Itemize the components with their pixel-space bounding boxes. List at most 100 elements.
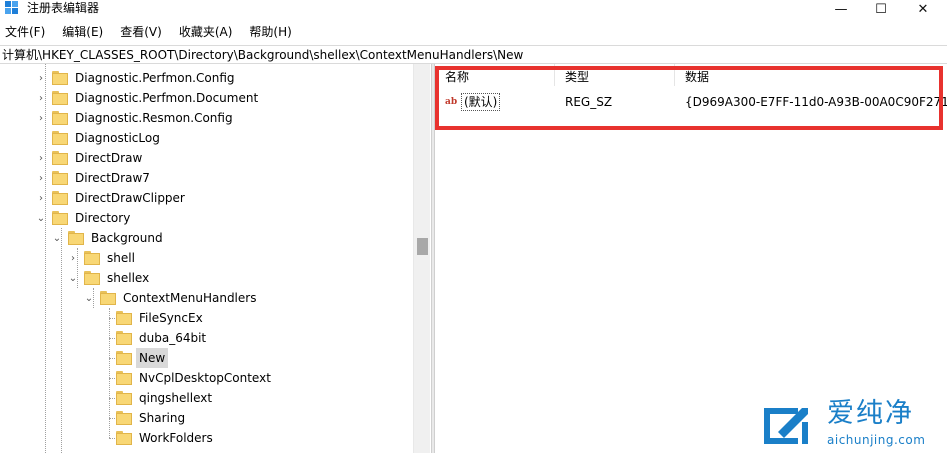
column-header-type[interactable]: 类型 xyxy=(555,64,675,86)
tree-item-label[interactable]: Diagnostic.Perfmon.Document xyxy=(72,88,261,108)
tree-item[interactable]: Sharing xyxy=(100,408,188,428)
value-row[interactable]: ab (默认) REG_SZ {D969A300-E7FF-11d0-A93B-… xyxy=(435,92,947,112)
tree-item-label[interactable]: qingshellext xyxy=(136,388,215,408)
tree-item-label[interactable]: Background xyxy=(88,228,166,248)
tree-item-label[interactable]: Sharing xyxy=(136,408,188,428)
title-bar: 注册表编辑器 — ☐ ✕ xyxy=(0,0,947,18)
chevron-right-icon[interactable]: › xyxy=(36,88,46,108)
tree-item-label[interactable]: DirectDraw xyxy=(72,148,145,168)
folder-icon xyxy=(116,311,132,325)
tree-item[interactable]: › DirectDraw7 xyxy=(36,168,153,188)
chevron-placeholder xyxy=(36,128,46,148)
folder-icon xyxy=(84,271,100,285)
tree-item-label[interactable]: WorkFolders xyxy=(136,428,216,448)
watermark: 爱纯净 aichunjing.com xyxy=(755,398,947,453)
folder-icon xyxy=(116,391,132,405)
tree-item[interactable]: › Diagnostic.Perfmon.Document xyxy=(36,88,261,108)
folder-icon xyxy=(52,111,68,125)
tree-item-label[interactable]: NvCplDesktopContext xyxy=(136,368,274,388)
watermark-brand: 爱纯净 xyxy=(827,398,914,429)
tree-item[interactable]: qingshellext xyxy=(100,388,215,408)
tree-item-label[interactable]: FileSyncEx xyxy=(136,308,206,328)
chevron-down-icon[interactable]: ⌄ xyxy=(52,228,62,248)
tree-connector xyxy=(61,228,62,453)
tree-item[interactable]: › DirectDraw xyxy=(36,148,145,168)
list-header: 名称 类型 数据 xyxy=(435,64,947,86)
menu-edit[interactable]: 编辑(E) xyxy=(57,23,109,41)
tree-item-label[interactable]: New xyxy=(136,348,169,368)
tree-item-label[interactable]: Directory xyxy=(72,208,133,228)
chevron-placeholder xyxy=(100,308,110,328)
folder-icon xyxy=(100,291,116,305)
close-button[interactable]: ✕ xyxy=(900,0,946,18)
menu-help[interactable]: 帮助(H) xyxy=(244,23,297,41)
chevron-down-icon[interactable]: ⌄ xyxy=(84,288,94,308)
chevron-right-icon[interactable]: › xyxy=(36,188,46,208)
tree-item[interactable]: NvCplDesktopContext xyxy=(100,368,274,388)
chevron-placeholder xyxy=(100,348,110,368)
string-value-icon: ab xyxy=(445,97,458,107)
value-data: {D969A300-E7FF-11d0-A93B-00A0C90F2719} xyxy=(685,95,947,109)
tree-item-label[interactable]: ContextMenuHandlers xyxy=(120,288,259,308)
chevron-down-icon[interactable]: ⌄ xyxy=(68,268,78,288)
folder-icon xyxy=(52,131,68,145)
tree-item[interactable]: duba_64bit xyxy=(100,328,209,348)
chevron-right-icon[interactable]: › xyxy=(68,248,78,268)
window-title: 注册表编辑器 xyxy=(27,1,100,15)
tree-scrollbar[interactable] xyxy=(413,64,430,453)
chevron-down-icon[interactable]: ⌄ xyxy=(36,208,46,228)
tree-item[interactable]: ⌄ shellex xyxy=(68,268,152,288)
tree-item-label[interactable]: shell xyxy=(104,248,138,268)
tree-item[interactable]: › DirectDrawClipper xyxy=(36,188,188,208)
folder-icon xyxy=(52,151,68,165)
maximize-button[interactable]: ☐ xyxy=(858,0,904,18)
tree-item[interactable]: DiagnosticLog xyxy=(36,128,163,148)
tree-item[interactable]: › Diagnostic.Resmon.Config xyxy=(36,108,236,128)
tree-item[interactable]: ⌄ ContextMenuHandlers xyxy=(84,288,259,308)
watermark-url: aichunjing.com xyxy=(827,433,926,447)
folder-icon xyxy=(68,231,84,245)
tree-item-label[interactable]: DirectDrawClipper xyxy=(72,188,188,208)
registry-editor-icon xyxy=(5,1,19,15)
tree-item-label[interactable]: Diagnostic.Resmon.Config xyxy=(72,108,236,128)
tree-item[interactable]: FileSyncEx xyxy=(100,308,206,328)
tree-item[interactable]: › Diagnostic.Perfmon.Config xyxy=(36,68,238,88)
chevron-placeholder xyxy=(100,408,110,428)
tree-item[interactable]: WorkFolders xyxy=(100,428,216,448)
chevron-placeholder xyxy=(100,388,110,408)
tree-item-label[interactable]: Diagnostic.Perfmon.Config xyxy=(72,68,238,88)
folder-icon xyxy=(116,371,132,385)
folder-icon xyxy=(84,251,100,265)
chevron-placeholder xyxy=(100,328,110,348)
chevron-right-icon[interactable]: › xyxy=(36,108,46,128)
menu-favorites[interactable]: 收藏夹(A) xyxy=(174,23,239,41)
tree-item[interactable]: ⌄ Background xyxy=(52,228,166,248)
chevron-placeholder xyxy=(100,428,110,448)
value-name-cell[interactable]: ab (默认) xyxy=(445,92,501,112)
values-list: 名称 类型 数据 ab (默认) REG_SZ {D969A300-E7FF-1… xyxy=(435,64,947,453)
minimize-icon: — xyxy=(834,1,848,17)
address-path[interactable]: 计算机\HKEY_CLASSES_ROOT\Directory\Backgrou… xyxy=(2,47,523,63)
chevron-right-icon[interactable]: › xyxy=(36,168,46,188)
registry-tree: › Diagnostic.Perfmon.Config › Diagnostic… xyxy=(0,64,431,453)
tree-item-label[interactable]: duba_64bit xyxy=(136,328,209,348)
tree-item[interactable]: ⌄ Directory xyxy=(36,208,133,228)
folder-icon xyxy=(52,171,68,185)
tree-item-label[interactable]: DiagnosticLog xyxy=(72,128,163,148)
tree-item-selected[interactable]: New xyxy=(100,348,169,368)
scrollbar-thumb[interactable] xyxy=(417,238,428,255)
folder-icon xyxy=(116,431,132,445)
menu-bar: 文件(F) 编辑(E) 查看(V) 收藏夹(A) 帮助(H) xyxy=(0,23,304,41)
tree-item-label[interactable]: shellex xyxy=(104,268,152,288)
menu-view[interactable]: 查看(V) xyxy=(115,23,168,41)
tree-item-label[interactable]: DirectDraw7 xyxy=(72,168,153,188)
folder-icon xyxy=(116,411,132,425)
column-header-data[interactable]: 数据 xyxy=(675,64,947,86)
chevron-right-icon[interactable]: › xyxy=(36,68,46,88)
value-name[interactable]: (默认) xyxy=(461,93,501,111)
chevron-right-icon[interactable]: › xyxy=(36,148,46,168)
address-bar[interactable]: 计算机\HKEY_CLASSES_ROOT\Directory\Backgrou… xyxy=(0,45,947,64)
tree-item[interactable]: › shell xyxy=(68,248,138,268)
menu-file[interactable]: 文件(F) xyxy=(0,23,51,41)
column-header-name[interactable]: 名称 xyxy=(435,64,555,86)
